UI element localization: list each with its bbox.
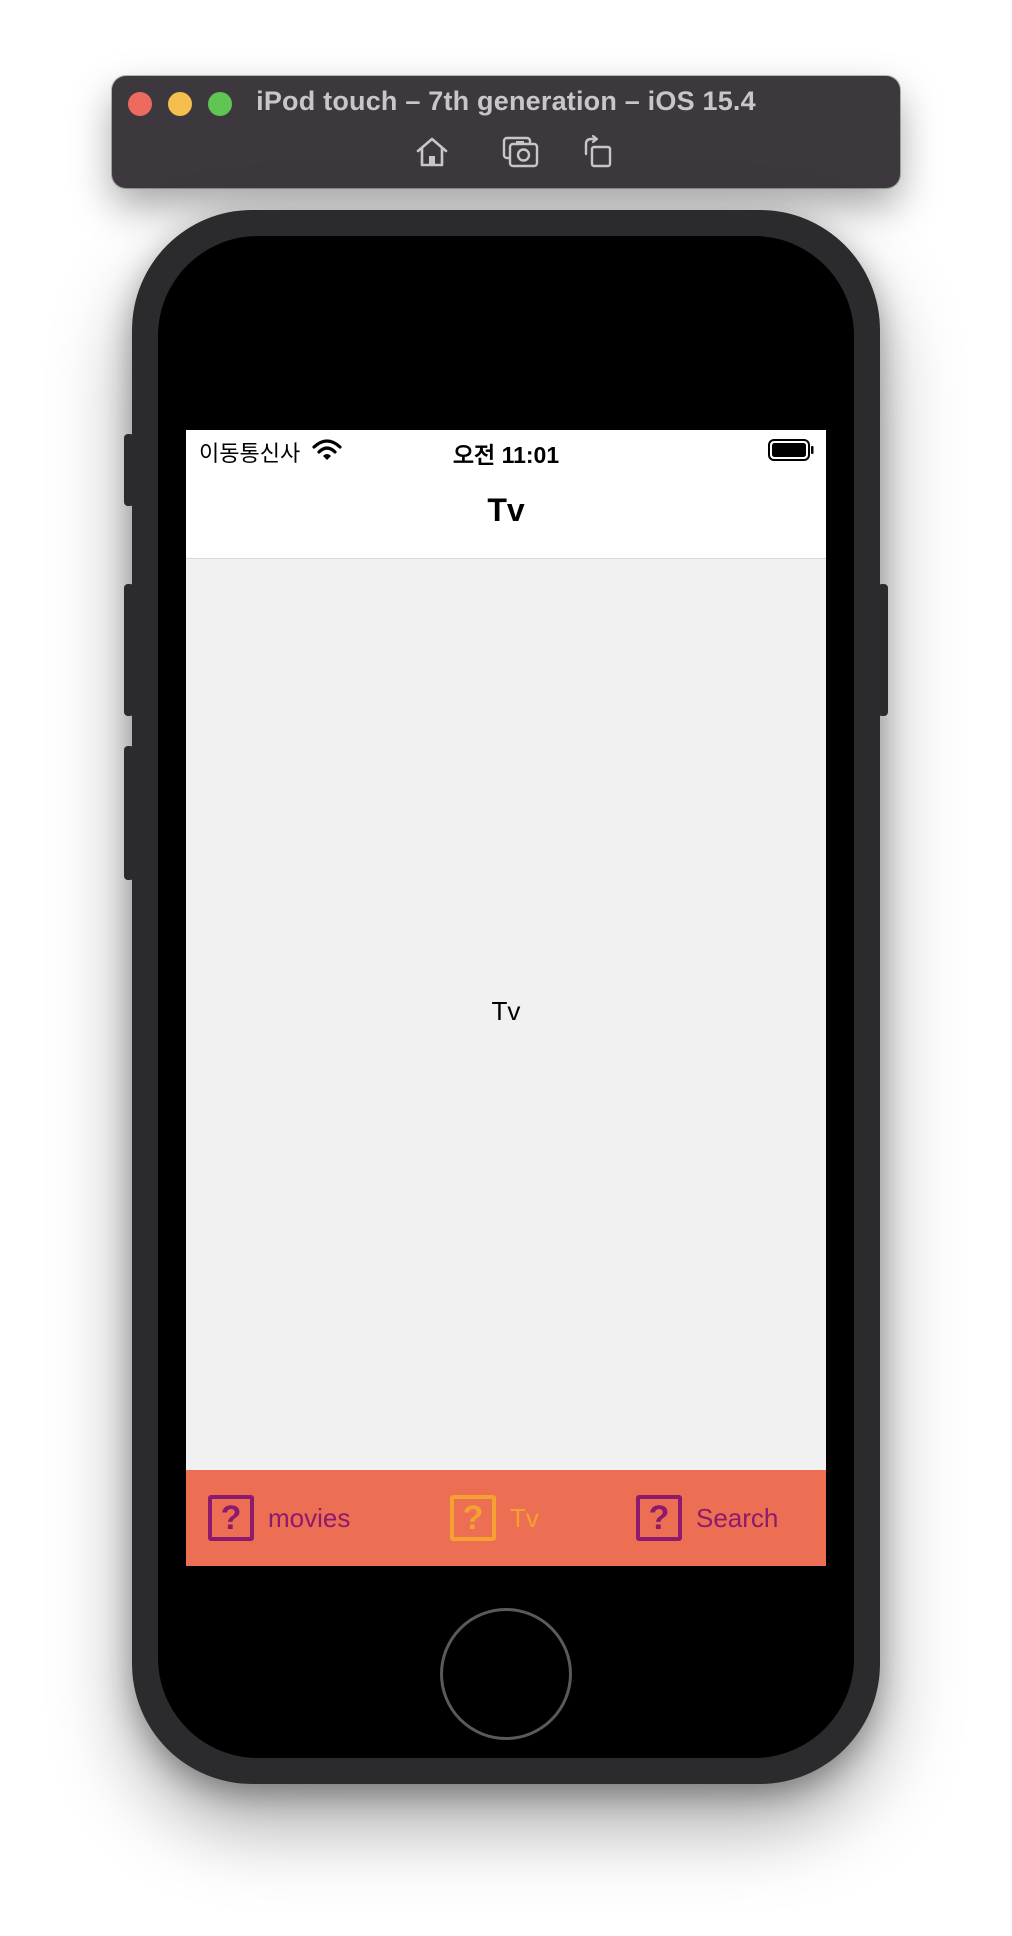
- screenshot-icon: [502, 136, 539, 168]
- rotate-icon: [584, 134, 612, 168]
- mute-switch[interactable]: [124, 434, 134, 506]
- navigation-bar: Tv: [186, 470, 826, 559]
- tab-search[interactable]: ? Search: [636, 1470, 778, 1566]
- tab-bar: ? movies ? Tv ? Search: [186, 1470, 826, 1566]
- volume-up-button[interactable]: [124, 584, 134, 716]
- volume-down-button[interactable]: [124, 746, 134, 880]
- simulator-title: iPod touch – 7th generation – iOS 15.4: [256, 86, 756, 116]
- battery-icon: [768, 439, 814, 461]
- device-screen: 이동통신사 오전 11:01 Tv Tv ? movies ? Tv ? Sea…: [186, 430, 826, 1566]
- tab-label-tv: Tv: [510, 1502, 539, 1533]
- screenshot-toolbar-button[interactable]: [500, 134, 540, 170]
- question-icon: ?: [636, 1495, 682, 1541]
- tab-label-search: Search: [696, 1502, 779, 1533]
- nav-title: Tv: [487, 492, 525, 528]
- question-icon: ?: [208, 1495, 254, 1541]
- rotate-toolbar-button[interactable]: [578, 134, 618, 170]
- status-time: 오전 11:01: [452, 442, 560, 468]
- stage: iPod touch – 7th generation – iOS 15.4 이…: [0, 0, 1012, 1936]
- tab-movies[interactable]: ? movies: [208, 1470, 350, 1566]
- content-label: Tv: [491, 996, 521, 1026]
- question-icon: ?: [450, 1495, 496, 1541]
- home-toolbar-button[interactable]: [412, 134, 452, 170]
- tab-tv[interactable]: ? Tv: [450, 1470, 539, 1566]
- power-button[interactable]: [878, 584, 888, 716]
- status-bar: 이동통신사 오전 11:01: [186, 430, 826, 470]
- home-icon: [416, 137, 448, 167]
- home-button[interactable]: [440, 1608, 572, 1740]
- tab-label-movies: movies: [268, 1502, 351, 1533]
